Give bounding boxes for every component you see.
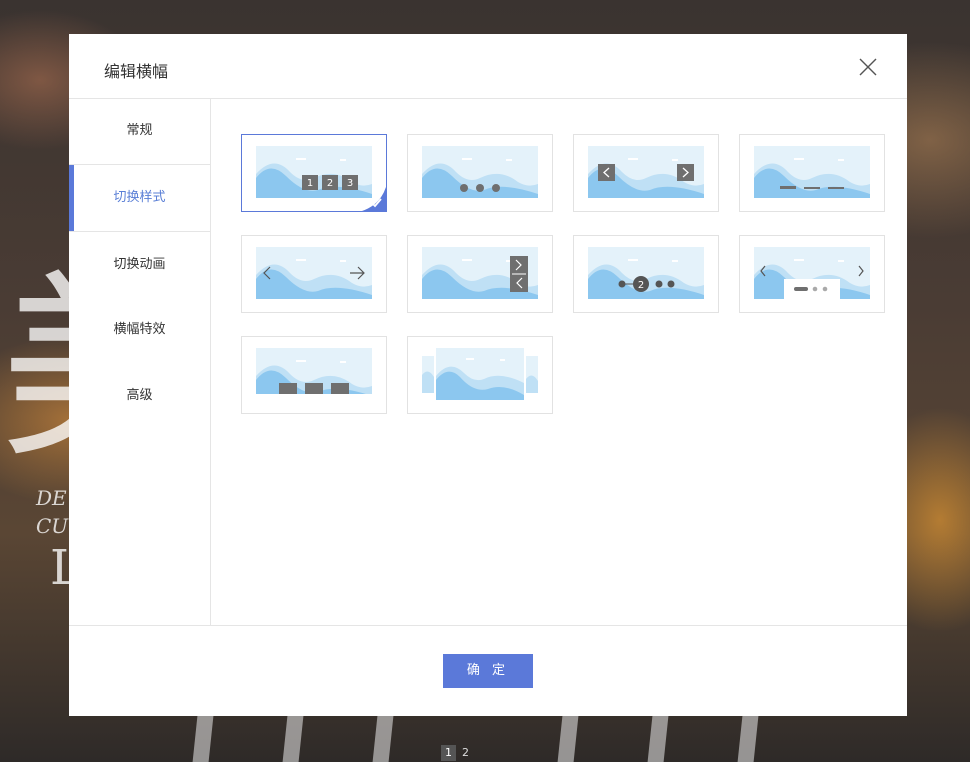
confirm-button[interactable]: 确 定: [443, 654, 533, 688]
dialog-header: 编辑横幅: [69, 34, 907, 99]
sidebar-item-label: 常规: [126, 123, 153, 138]
sidebar-item-label: 切换样式: [113, 190, 166, 205]
sidebar-item-switch-style[interactable]: 切换样式: [69, 165, 210, 231]
settings-sidebar: 常规 切换样式 切换动画 横幅特效 高级: [69, 99, 211, 625]
style-option-arrows-square[interactable]: [573, 134, 719, 212]
sidebar-item-general[interactable]: 常规: [69, 99, 210, 165]
thumb-number-2: 2: [327, 178, 333, 189]
close-icon: [859, 58, 877, 76]
thumbnail-art: [422, 348, 538, 400]
style-options-panel: 1 2 3 2: [211, 99, 907, 625]
thumbnail-art: [588, 158, 704, 198]
style-option-dots[interactable]: [407, 134, 553, 212]
style-thumbnail: 1 2 3: [256, 146, 372, 198]
active-indicator: [69, 165, 74, 231]
style-option-numbered[interactable]: 1 2 3: [241, 134, 387, 212]
banner-pager: 12: [441, 741, 475, 761]
sidebar-item-advanced[interactable]: 高级: [69, 363, 210, 429]
style-thumbnail: [422, 247, 538, 299]
thumbnail-art: 1 2 3: [256, 158, 372, 198]
style-thumbnail: [256, 247, 372, 299]
dialog-footer: 确 定: [69, 625, 907, 717]
thumbnail-art: 2: [588, 259, 704, 299]
edit-banner-dialog: 编辑横幅 常规 切换样式 切换动画 横幅特效 高级 1 2 3 2 确 定: [69, 34, 907, 716]
style-thumbnail: [754, 247, 870, 299]
sidebar-item-banner-effects[interactable]: 横幅特效: [69, 297, 210, 363]
sidebar-item-label: 高级: [126, 388, 153, 403]
style-thumbnail: [588, 146, 704, 198]
style-option-lines[interactable]: [739, 134, 885, 212]
pager-page-2[interactable]: 2: [458, 745, 473, 761]
background-script-line-2: CU: [36, 514, 69, 538]
pager-page-1[interactable]: 1: [441, 745, 456, 761]
thumbnail-art: [422, 158, 538, 198]
style-thumbnail: [422, 146, 538, 198]
thumbnail-art: [256, 360, 372, 400]
style-thumbnail: [754, 146, 870, 198]
thumb-number-1: 1: [307, 178, 313, 189]
style-thumbnail: 2: [588, 247, 704, 299]
dialog-title: 编辑横幅: [104, 62, 169, 81]
thumbnail-art: [256, 259, 372, 299]
style-option-arrows-pill[interactable]: [739, 235, 885, 313]
close-button[interactable]: [857, 56, 879, 78]
thumbnail-art: [754, 259, 870, 299]
thumbnail-art: [754, 158, 870, 198]
style-option-thin-arrows[interactable]: [241, 235, 387, 313]
sidebar-item-label: 切换动画: [113, 257, 166, 272]
background-script-line-1: DE: [36, 486, 67, 510]
selected-check-icon: [362, 187, 386, 211]
style-option-card-carousel[interactable]: [407, 336, 553, 414]
sidebar-item-label: 横幅特效: [113, 322, 166, 337]
sidebar-item-switch-animation[interactable]: 切换动画: [69, 231, 210, 297]
thumbnail-art: [422, 256, 538, 299]
style-option-numbered-dot[interactable]: 2: [573, 235, 719, 313]
style-option-stacked-arrows[interactable]: [407, 235, 553, 313]
style-thumbnail: [256, 348, 372, 400]
thumb-number-3: 3: [347, 178, 353, 189]
thumb-marker-number: 2: [638, 280, 644, 291]
style-option-thumbnails[interactable]: [241, 336, 387, 414]
